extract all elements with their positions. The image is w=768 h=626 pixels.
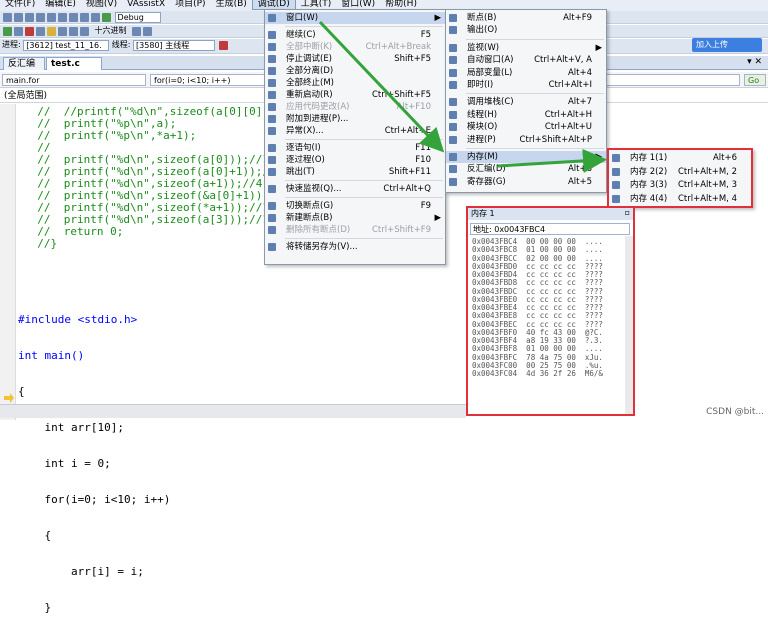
watermark: CSDN @bit... xyxy=(706,407,764,417)
code-for-brace-close: } xyxy=(18,601,52,614)
annotation-arrows xyxy=(318,20,607,173)
code-i-decl: int i = 0; xyxy=(18,457,111,470)
arrow-to-memory-item xyxy=(318,20,445,153)
code-arr-decl: int arr[10]; xyxy=(18,421,124,434)
code-for-loop: for(i=0; i<10; i++) xyxy=(18,493,171,506)
arrow-to-memory-submenu xyxy=(497,148,607,173)
code-for-brace: { xyxy=(18,529,52,542)
code-assign: arr[i] = i; xyxy=(18,565,144,578)
